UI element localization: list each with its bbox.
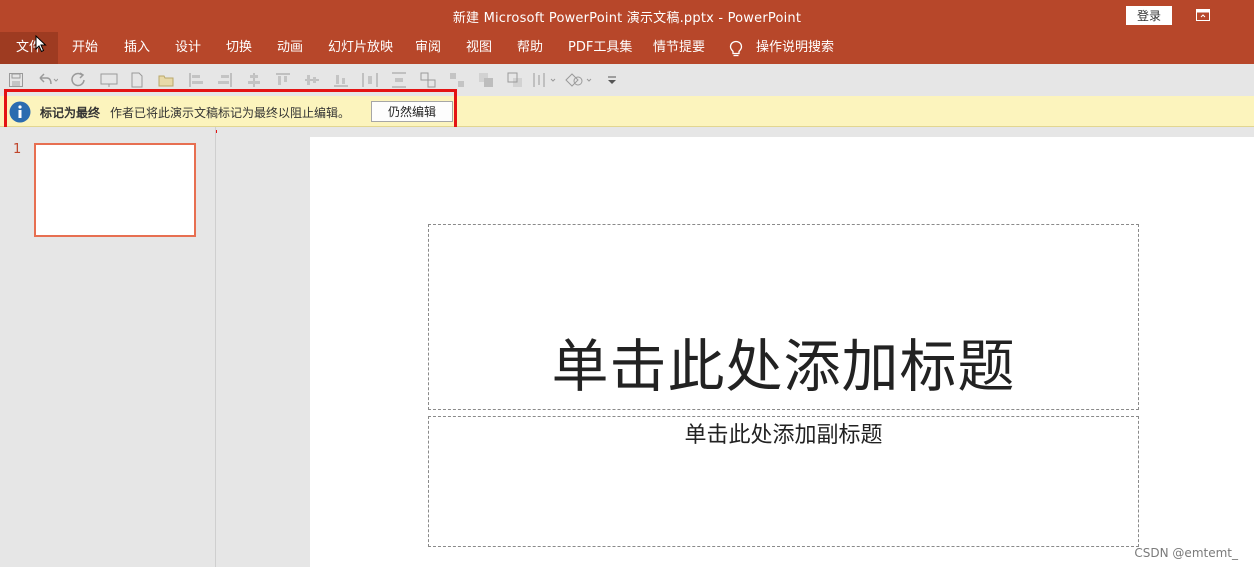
- distribute-horizontal-icon[interactable]: [362, 72, 378, 88]
- align-middle-icon[interactable]: [304, 72, 320, 88]
- present-from-beginning-icon[interactable]: [100, 72, 118, 88]
- group-icon[interactable]: [420, 72, 436, 88]
- slide-editing-area: 单击此处添加标题 单击此处添加副标题: [217, 127, 1254, 567]
- info-icon: [9, 101, 31, 123]
- tab-design[interactable]: 设计: [175, 32, 201, 64]
- mouse-cursor-icon: [35, 35, 47, 53]
- ungroup-icon[interactable]: [449, 72, 465, 88]
- align-right-icon[interactable]: [217, 72, 233, 88]
- align-top-icon[interactable]: [275, 72, 291, 88]
- align-dropdown-icon[interactable]: [532, 72, 558, 88]
- message-text: 作者已将此演示文稿标记为最终以阻止编辑。: [110, 106, 351, 120]
- bring-forward-icon[interactable]: [478, 72, 494, 88]
- shapes-dropdown-icon[interactable]: [564, 72, 594, 88]
- tab-review[interactable]: 审阅: [415, 32, 441, 64]
- window-title: 新建 Microsoft PowerPoint 演示文稿.pptx - Powe…: [452, 11, 802, 26]
- slide-thumbnail[interactable]: [34, 143, 196, 237]
- open-folder-icon[interactable]: [158, 72, 174, 88]
- ribbon-tab-bar: 文件 开始 插入 设计 切换 动画 幻灯片放映 审阅 视图 帮助 PDF工具集 …: [0, 32, 1254, 64]
- login-button[interactable]: 登录: [1126, 6, 1172, 25]
- ribbon-display-options-icon[interactable]: [1196, 9, 1210, 21]
- quick-access-toolbar: [0, 64, 1254, 96]
- save-icon[interactable]: [8, 72, 24, 88]
- redo-icon[interactable]: [70, 72, 86, 88]
- lightbulb-icon[interactable]: [728, 40, 744, 58]
- title-bar: 新建 Microsoft PowerPoint 演示文稿.pptx - Powe…: [0, 0, 1254, 32]
- slide-thumbnails-pane: 1: [0, 127, 216, 567]
- title-placeholder[interactable]: 单击此处添加标题: [428, 224, 1139, 410]
- undo-icon[interactable]: [36, 72, 58, 88]
- align-left-icon[interactable]: [188, 72, 204, 88]
- tell-me-search[interactable]: 操作说明搜索: [756, 32, 834, 64]
- align-bottom-icon[interactable]: [333, 72, 349, 88]
- tab-file[interactable]: 文件: [0, 32, 58, 64]
- distribute-vertical-icon[interactable]: [391, 72, 407, 88]
- new-file-icon[interactable]: [130, 72, 144, 88]
- message-bar: 标记为最终 作者已将此演示文稿标记为最终以阻止编辑。 仍然编辑: [0, 96, 1254, 127]
- customize-toolbar-icon[interactable]: [606, 72, 618, 88]
- slide-number: 1: [13, 142, 22, 157]
- align-center-icon[interactable]: [246, 72, 262, 88]
- tab-insert[interactable]: 插入: [124, 32, 150, 64]
- tab-slideshow[interactable]: 幻灯片放映: [328, 32, 393, 64]
- tab-help[interactable]: 帮助: [517, 32, 543, 64]
- slide-canvas[interactable]: 单击此处添加标题 单击此处添加副标题: [310, 137, 1254, 567]
- message-title: 标记为最终: [40, 106, 101, 120]
- tab-animations[interactable]: 动画: [277, 32, 303, 64]
- tab-transitions[interactable]: 切换: [226, 32, 252, 64]
- tab-home[interactable]: 开始: [72, 32, 98, 64]
- tab-storyboard[interactable]: 情节提要: [653, 32, 705, 64]
- send-backward-icon[interactable]: [507, 72, 523, 88]
- edit-anyway-button[interactable]: 仍然编辑: [371, 101, 453, 122]
- tab-pdf-tools[interactable]: PDF工具集: [568, 32, 632, 64]
- subtitle-placeholder-text: 单击此处添加副标题: [684, 423, 883, 448]
- subtitle-placeholder[interactable]: 单击此处添加副标题: [428, 416, 1139, 547]
- watermark: CSDN @emtemt_: [1134, 546, 1238, 560]
- tab-view[interactable]: 视图: [466, 32, 492, 64]
- title-placeholder-text: 单击此处添加标题: [551, 334, 1016, 400]
